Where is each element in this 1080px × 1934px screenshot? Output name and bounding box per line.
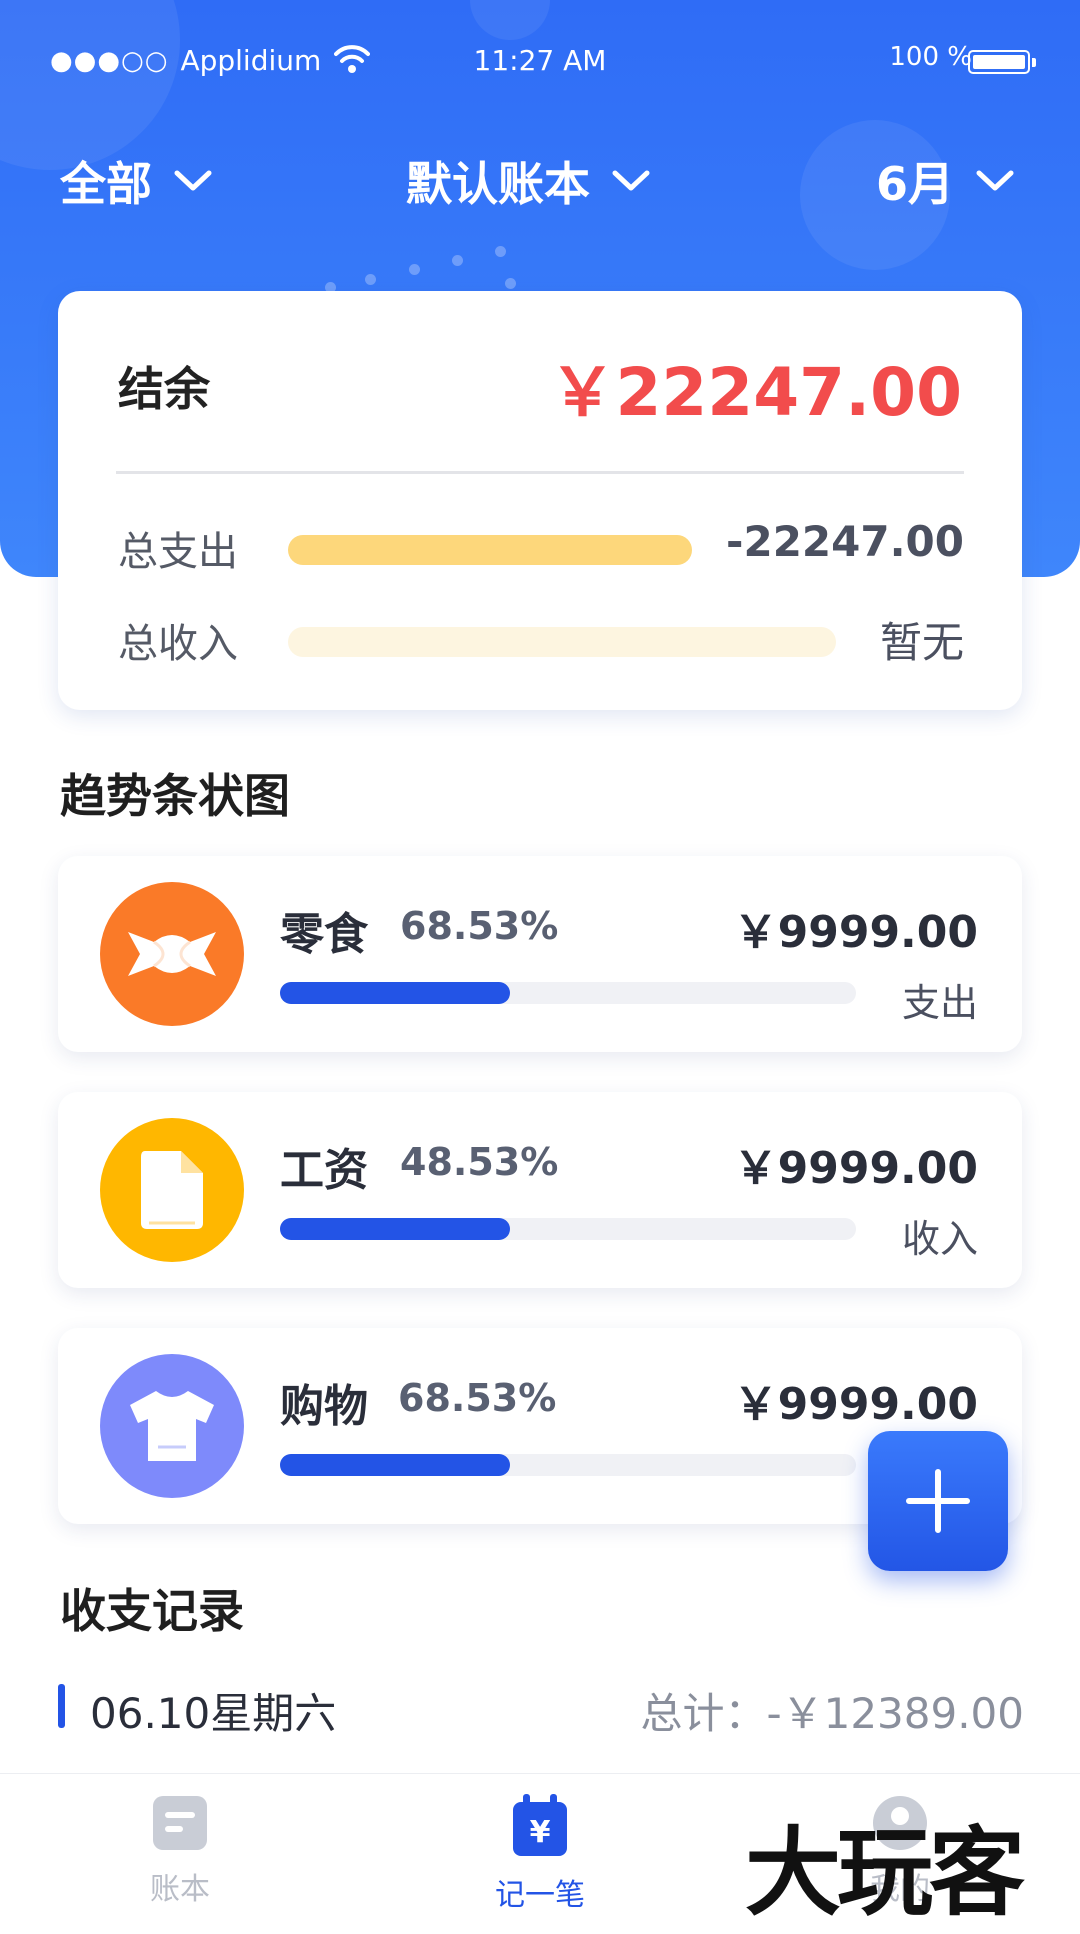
category-percent: 48.53% xyxy=(400,1140,559,1184)
add-record-button[interactable] xyxy=(868,1431,1008,1571)
month-dropdown[interactable]: 6月 xyxy=(876,148,1014,214)
svg-text:¥: ¥ xyxy=(530,1815,551,1850)
month-label: 6月 xyxy=(876,157,955,211)
trend-title: 趋势条状图 xyxy=(60,769,290,823)
category-percent: 68.53% xyxy=(400,904,559,948)
divider xyxy=(116,471,964,474)
category-card-salary[interactable]: 工资 48.53% ￥9999.00 收入 xyxy=(58,1092,1022,1288)
category-type: 收入 xyxy=(901,1217,978,1261)
candy-icon xyxy=(100,882,244,1026)
scope-label: 全部 xyxy=(60,157,152,211)
shirt-icon xyxy=(100,1354,244,1498)
scope-dropdown[interactable]: 全部 xyxy=(60,148,212,214)
yen-calendar-icon: ¥ xyxy=(513,1794,567,1856)
balance-value: ￥22247.00 xyxy=(549,354,962,431)
income-row: 总收入 暂无 xyxy=(118,603,964,667)
chevron-down-icon xyxy=(976,170,1014,191)
summary-card: 结余 ￥22247.00 总支出 -22247.00 总收入 暂无 xyxy=(58,291,1022,710)
chevron-down-icon xyxy=(612,170,650,191)
category-name: 购物 xyxy=(280,1381,368,1432)
balance-label: 结余 xyxy=(118,362,210,416)
tab-ledger[interactable]: 账本 xyxy=(100,1794,260,1908)
income-bar-track xyxy=(288,627,836,657)
progress-track xyxy=(280,982,856,1004)
tab-label: 记一笔 xyxy=(495,1878,585,1913)
plus-icon xyxy=(906,1469,970,1533)
watermark-text: 大玩客 xyxy=(745,1816,1025,1929)
expense-row: 总支出 -22247.00 xyxy=(118,511,964,575)
income-value: 暂无 xyxy=(879,618,964,667)
category-amount: ￥9999.00 xyxy=(733,1143,978,1194)
records-title: 收支记录 xyxy=(60,1584,244,1638)
book-dropdown[interactable]: 默认账本 xyxy=(406,148,650,214)
filter-bar: 全部 默认账本 6月 xyxy=(0,148,1080,218)
date-marker xyxy=(58,1684,65,1728)
expense-label: 总支出 xyxy=(118,529,238,575)
chevron-down-icon xyxy=(174,170,212,191)
progress-fill xyxy=(280,1454,511,1476)
income-label: 总收入 xyxy=(118,621,238,667)
category-amount: ￥9999.00 xyxy=(733,1379,978,1430)
expense-value: -22247.00 xyxy=(726,517,964,566)
progress-fill xyxy=(280,982,511,1004)
book-label: 默认账本 xyxy=(406,157,590,211)
ledger-icon xyxy=(153,1796,207,1850)
tab-label: 账本 xyxy=(150,1872,210,1907)
record-date: 06.10星期六 xyxy=(90,1689,337,1738)
status-bar: ●●●○○ Applidium 11:27 AM 100 % xyxy=(0,40,1080,84)
progress-track xyxy=(280,1218,856,1240)
category-type: 支出 xyxy=(901,981,978,1025)
progress-fill xyxy=(280,1218,511,1240)
category-name: 零食 xyxy=(280,909,368,960)
battery-percent: 100 % xyxy=(889,42,972,72)
expense-bar xyxy=(288,535,692,565)
battery-icon xyxy=(968,50,1036,74)
document-icon xyxy=(100,1118,244,1262)
progress-track xyxy=(280,1454,856,1476)
tab-add-record[interactable]: ¥ 记一笔 xyxy=(460,1794,620,1914)
category-percent: 68.53% xyxy=(398,1376,557,1420)
category-name: 工资 xyxy=(280,1145,368,1196)
category-card-snacks[interactable]: 零食 68.53% ￥9999.00 支出 xyxy=(58,856,1022,1052)
category-amount: ￥9999.00 xyxy=(733,907,978,958)
record-total: 总计：-￥12389.00 xyxy=(640,1689,1024,1738)
record-date-row: 06.10星期六 总计：-￥12389.00 xyxy=(58,1680,1024,1738)
